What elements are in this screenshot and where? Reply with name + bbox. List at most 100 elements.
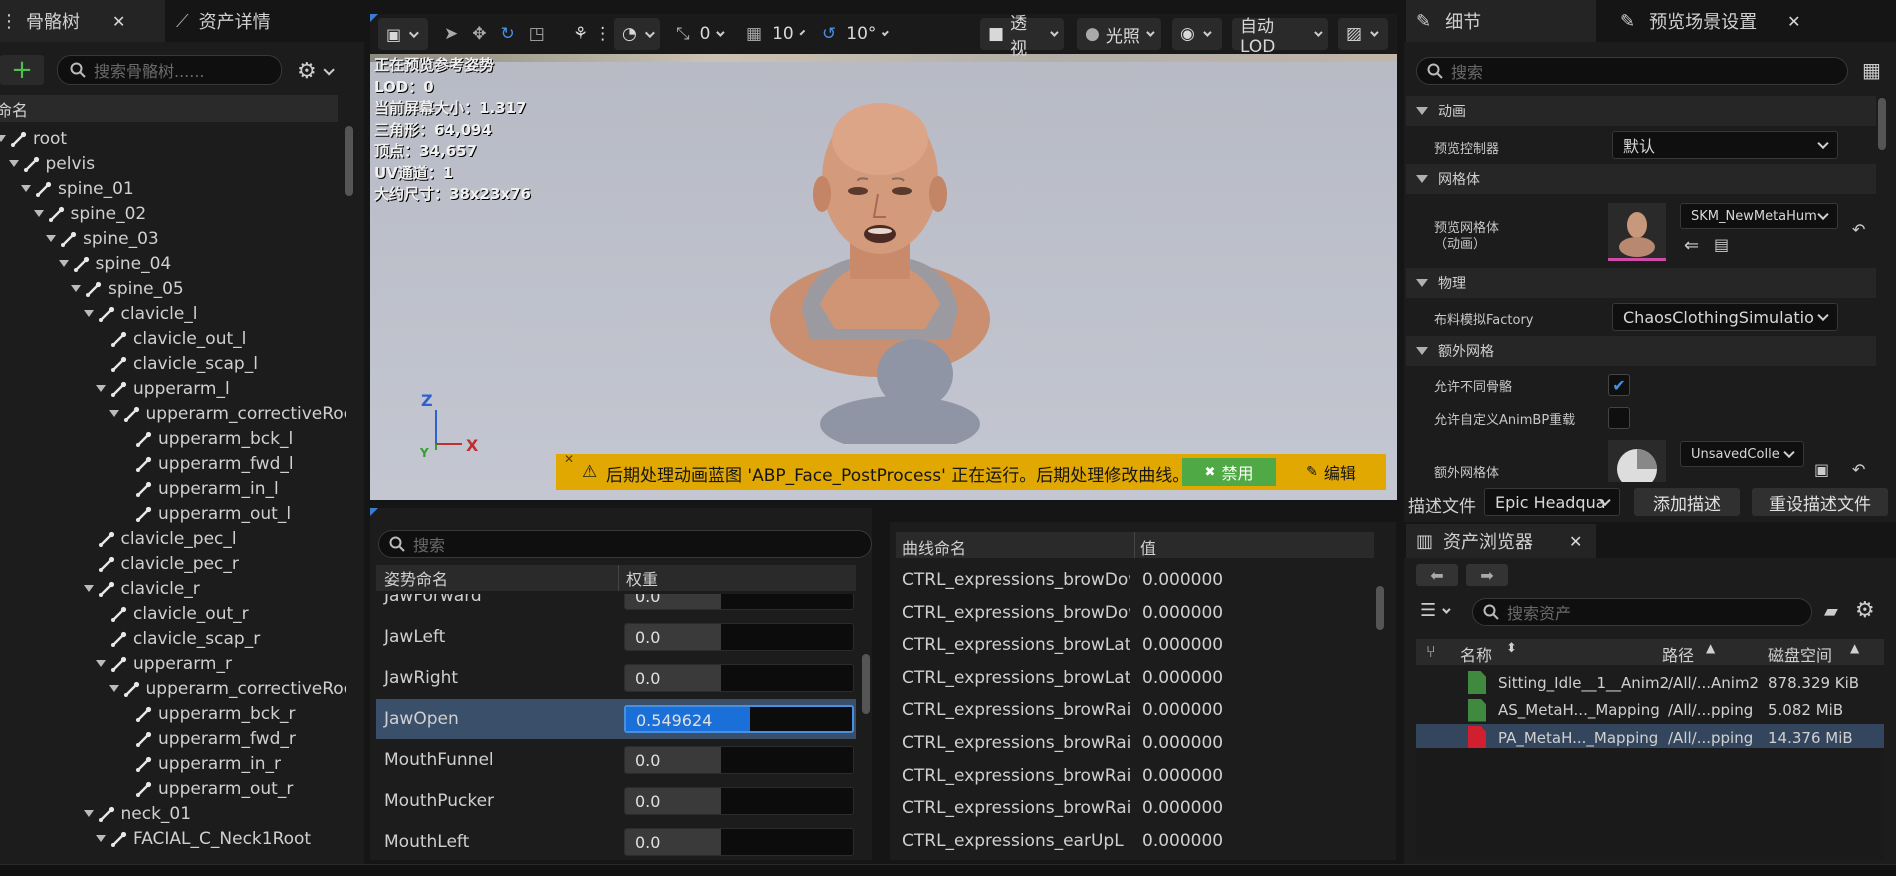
- curve-row[interactable]: CTRL_expressions_earUpL 0.000000: [902, 825, 1372, 857]
- reset-mesh-icon[interactable]: ↶: [1852, 220, 1865, 239]
- reset-profile-button[interactable]: 重设描述文件: [1752, 488, 1888, 516]
- bone-row[interactable]: upperarm_fwd_r: [121, 726, 296, 751]
- extra-mesh-thumbnail[interactable]: [1608, 440, 1666, 482]
- allow-custom-animbp-checkbox[interactable]: [1608, 407, 1630, 429]
- cloth-factory-dropdown[interactable]: ChaosClothingSimulatio: [1612, 303, 1838, 331]
- expand-triangle-icon[interactable]: [108, 409, 121, 418]
- bone-row[interactable]: pelvis: [8, 151, 95, 176]
- pose-weight-slider[interactable]: 0.0: [624, 787, 854, 815]
- curve-row[interactable]: CTRL_expressions_browRais 0.000000: [902, 727, 1372, 759]
- pose-weight-slider[interactable]: 0.0: [624, 623, 854, 651]
- tab-asset-details[interactable]: ⟋ 资产详情: [176, 0, 346, 42]
- bone-row[interactable]: spine_04: [58, 251, 171, 276]
- curve-scrollbar[interactable]: [1376, 562, 1384, 856]
- asset-col-path[interactable]: 路径: [1662, 642, 1694, 666]
- expand-triangle-icon[interactable]: [108, 684, 121, 693]
- tab-details[interactable]: ✎ 细节: [1406, 0, 1596, 42]
- viewport[interactable]: Z X Y ✕ ⚠ 后期处理动画蓝图 'ABP_Face_PostProcess…: [370, 14, 1397, 500]
- pose-row[interactable]: JawRight 0.0: [376, 658, 856, 698]
- snap-grid-button[interactable]: ▦ 10: [738, 18, 808, 50]
- asset-row[interactable]: Sitting_Idle__1__Anim2/All/...Anim2 878.3…: [1416, 669, 1884, 696]
- curve-row[interactable]: CTRL_expressions_browRais 0.000000: [902, 760, 1372, 792]
- pose-row[interactable]: MouthFunnel 0.0: [376, 740, 856, 780]
- show-button[interactable]: ◉: [1172, 18, 1222, 50]
- bone-row[interactable]: upperarm_bck_r: [121, 701, 295, 726]
- reset-extra-mesh-icon[interactable]: ↶: [1852, 460, 1865, 479]
- add-profile-button[interactable]: 添加描述: [1634, 488, 1740, 516]
- pose-weight-slider[interactable]: 0.0: [624, 594, 854, 610]
- skeleton-settings-button[interactable]: ⚙: [297, 59, 335, 84]
- asset-search-input[interactable]: 搜索资产: [1472, 598, 1812, 626]
- extra-mesh-dropdown[interactable]: UnsavedColle: [1680, 441, 1804, 467]
- snap-rotation-button[interactable]: ↺ 10°: [814, 18, 894, 50]
- bone-row[interactable]: root: [0, 126, 67, 151]
- curve-row[interactable]: CTRL_expressions_browLate 0.000000: [902, 662, 1372, 694]
- folder-icon[interactable]: ▰: [1824, 601, 1838, 622]
- view-mode-button[interactable]: ■ 透视: [980, 14, 1064, 59]
- bone-row[interactable]: upperarm_r: [96, 651, 232, 676]
- disable-button[interactable]: ✖ 禁用: [1182, 458, 1276, 486]
- curve-row[interactable]: CTRL_expressions_browRais 0.000000: [902, 694, 1372, 726]
- expand-triangle-icon[interactable]: [83, 584, 96, 593]
- pose-scrollbar-thumb[interactable]: [862, 654, 870, 714]
- curve-row[interactable]: CTRL_expressions_browDow 0.000000: [902, 564, 1372, 596]
- viewport-layout-button[interactable]: ▨: [1338, 18, 1388, 50]
- bone-row[interactable]: upperarm_fwd_l: [121, 451, 294, 476]
- bone-row[interactable]: upperarm_bck_l: [121, 426, 293, 451]
- expand-triangle-icon[interactable]: [58, 259, 71, 268]
- allow-diff-skel-checkbox[interactable]: ✔: [1608, 374, 1630, 396]
- expand-triangle-icon[interactable]: [46, 234, 58, 243]
- save-icon[interactable]: ▣: [1814, 460, 1829, 479]
- mesh-thumbnail[interactable]: [1608, 203, 1666, 261]
- bone-row[interactable]: clavicle_scap_l: [96, 351, 258, 376]
- bone-row[interactable]: clavicle_l: [83, 301, 198, 326]
- pose-row[interactable]: JawForward 0.0: [376, 594, 856, 616]
- add-bone-button[interactable]: +: [0, 55, 44, 85]
- snap-translate-button[interactable]: ⤡ 0: [668, 18, 732, 50]
- asset-row[interactable]: PA_MetaH..._Mapping/All/...pping 14.376 M…: [1416, 724, 1884, 751]
- bone-row[interactable]: upperarm_out_r: [121, 776, 293, 801]
- tab-preview-scene[interactable]: ✎ 预览场景设置 ✕: [1610, 0, 1860, 42]
- pose-weight-slider[interactable]: 0.0: [624, 664, 854, 692]
- bone-row[interactable]: upperarm_out_l: [121, 501, 291, 526]
- notice-close-icon[interactable]: ✕: [564, 452, 574, 466]
- rotate-icon[interactable]: ↻: [501, 24, 515, 44]
- asset-col-name[interactable]: 名称: [1460, 642, 1492, 666]
- details-search-input[interactable]: 搜索: [1416, 57, 1848, 85]
- scale-icon[interactable]: ◳: [529, 24, 545, 44]
- expand-triangle-icon[interactable]: [96, 384, 108, 393]
- preview-mesh-dropdown[interactable]: SKM_NewMetaHum: [1680, 203, 1838, 229]
- bone-row[interactable]: clavicle_r: [83, 576, 200, 601]
- curve-row[interactable]: CTRL_expressions_browDow 0.000000: [902, 597, 1372, 629]
- filter-button[interactable]: ☰: [1420, 600, 1451, 621]
- asset-row[interactable]: AS_MetaH..._Mapping/All/...pping 5.082 Mi…: [1416, 697, 1884, 724]
- history-back-button[interactable]: ⬅: [1416, 564, 1458, 586]
- bone-row[interactable]: FACIAL_C_Neck1Root: [96, 826, 311, 851]
- close-icon[interactable]: ✕: [112, 12, 125, 31]
- pose-search-input[interactable]: 搜索: [378, 530, 872, 558]
- expand-triangle-icon[interactable]: [33, 209, 46, 218]
- tab-asset-browser[interactable]: ▥ 资产浏览器 ✕: [1406, 524, 1596, 558]
- expand-triangle-icon[interactable]: [71, 284, 83, 293]
- section-animation[interactable]: 动画: [1406, 96, 1876, 126]
- pose-weight-slider[interactable]: 0.549624: [624, 705, 854, 733]
- pose-row[interactable]: MouthPucker 0.0: [376, 781, 856, 821]
- details-view-options-icon[interactable]: ▦: [1862, 58, 1881, 82]
- bone-row[interactable]: clavicle_pec_r: [84, 551, 239, 576]
- close-icon[interactable]: ✕: [1787, 12, 1800, 31]
- use-selected-asset-icon[interactable]: ⇐: [1684, 235, 1699, 256]
- pose-scrollbar[interactable]: [862, 596, 870, 856]
- expand-triangle-icon[interactable]: [21, 184, 33, 193]
- tab-skeleton-tree[interactable]: ⋮ 骨骼树 ✕: [0, 0, 165, 42]
- bone-row[interactable]: clavicle_out_r: [96, 601, 249, 626]
- expand-triangle-icon[interactable]: [83, 309, 96, 318]
- pose-weight-slider[interactable]: 0.0: [624, 828, 854, 856]
- preview-controller-dropdown[interactable]: 默认: [1612, 131, 1838, 159]
- expand-triangle-icon[interactable]: [96, 659, 108, 668]
- expand-triangle-icon[interactable]: [8, 159, 21, 168]
- bone-row[interactable]: spine_02: [33, 201, 146, 226]
- bone-row[interactable]: clavicle_out_l: [96, 326, 246, 351]
- asset-col-disk[interactable]: 磁盘空间: [1768, 642, 1832, 666]
- viewport-options-button[interactable]: ▣: [378, 18, 428, 50]
- details-scrollbar[interactable]: [1878, 98, 1886, 478]
